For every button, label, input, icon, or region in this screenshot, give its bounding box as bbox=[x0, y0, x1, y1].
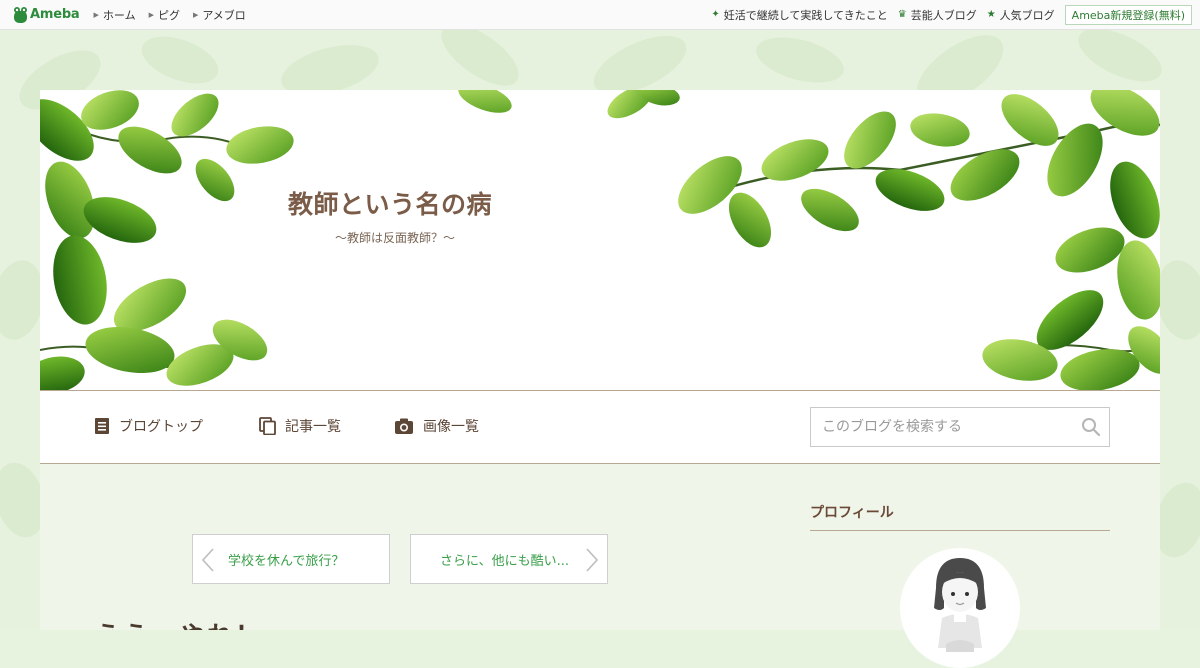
topbar-right-links: ✦ 妊活で継続して実践してきたこと ♛ 芸能人ブログ ★ 人気ブログ Ameba… bbox=[711, 4, 1200, 25]
previous-entry-button[interactable]: 学校を休んで旅行？ bbox=[192, 534, 390, 584]
blog-title[interactable]: 教師という名の病 bbox=[288, 185, 492, 221]
nav-entry-list-label: 記事一覧 bbox=[285, 419, 341, 435]
camera-icon bbox=[395, 418, 413, 434]
sparkle-icon: ✦ bbox=[711, 9, 720, 20]
nav-blog-top-label: ブログトップ bbox=[119, 419, 203, 435]
search-icon[interactable] bbox=[1081, 417, 1101, 437]
nav-image-list-label: 画像一覧 bbox=[423, 419, 479, 435]
document-icon bbox=[95, 418, 109, 434]
blog-navigation: ブログトップ 記事一覧 画像一覧 bbox=[40, 390, 1160, 464]
chevron-left-icon bbox=[201, 548, 214, 572]
leaf-header-illustration bbox=[40, 90, 1160, 390]
star-icon: ★ bbox=[986, 9, 996, 20]
arrow-right-icon: ▶ bbox=[93, 10, 99, 19]
chevron-right-icon bbox=[586, 548, 599, 572]
main-content: 学校を休んで旅行？ さらに、他にも酷い... ええ やれ！ プロフィール bbox=[40, 464, 1160, 668]
arrow-right-icon: ▶ bbox=[192, 10, 199, 19]
topnav-label: ホーム bbox=[102, 8, 136, 22]
ameba-global-header: Ameba ▶ ホーム ▶ ピグ ▶ アメブロ ✦ 妊活で継続して実践してきたこ… bbox=[0, 0, 1200, 30]
topnav-label: アメブロ bbox=[202, 8, 246, 22]
topnav-ameblo-link[interactable]: ▶ アメブロ bbox=[193, 7, 246, 23]
ameba-frog-icon bbox=[14, 6, 27, 23]
copy-icon bbox=[259, 417, 276, 435]
next-entry-label: さらに、他にも酷い... bbox=[440, 553, 570, 569]
blog-header: 教師という名の病 〜教師は反面教師？〜 bbox=[40, 90, 1160, 390]
previous-entry-label: 学校を休んで旅行？ bbox=[228, 553, 345, 569]
featured-topic-label: 妊活で継続して実践してきたこと bbox=[723, 8, 888, 22]
nav-blog-top[interactable]: ブログトップ bbox=[94, 416, 203, 436]
nav-image-list[interactable]: 画像一覧 bbox=[394, 416, 479, 436]
blog-search-input[interactable] bbox=[811, 408, 1074, 446]
avatar-illustration bbox=[934, 558, 986, 652]
featured-topic-link[interactable]: ✦ 妊活で継続して実践してきたこと bbox=[711, 7, 887, 23]
profile-heading: プロフィール bbox=[810, 502, 1110, 531]
popular-blog-label: 人気ブログ bbox=[999, 8, 1055, 22]
logo-text: Ameba bbox=[30, 7, 80, 22]
nav-entry-list[interactable]: 記事一覧 bbox=[259, 416, 341, 436]
profile-avatar[interactable] bbox=[900, 548, 1020, 668]
popular-blog-link[interactable]: ★ 人気ブログ bbox=[987, 7, 1055, 23]
blog-search-box bbox=[810, 407, 1110, 447]
celebrity-blog-link[interactable]: ♛ 芸能人ブログ bbox=[898, 7, 977, 23]
blog-subtitle: 〜教師は反面教師？〜 bbox=[335, 231, 456, 245]
topnav-label: ピグ bbox=[157, 8, 180, 22]
topnav-home-link[interactable]: ▶ ホーム bbox=[94, 7, 136, 23]
crown-icon: ♛ bbox=[897, 9, 907, 20]
celebrity-blog-label: 芸能人ブログ bbox=[910, 8, 977, 22]
topnav-pigg-link[interactable]: ▶ ピグ bbox=[149, 7, 180, 23]
entry-title[interactable]: ええ やれ！ bbox=[95, 616, 263, 630]
register-button[interactable]: Ameba新規登録(無料) bbox=[1064, 4, 1192, 25]
ameba-logo[interactable]: Ameba bbox=[13, 6, 80, 24]
next-entry-button[interactable]: さらに、他にも酷い... bbox=[410, 534, 608, 584]
arrow-right-icon: ▶ bbox=[148, 10, 154, 19]
